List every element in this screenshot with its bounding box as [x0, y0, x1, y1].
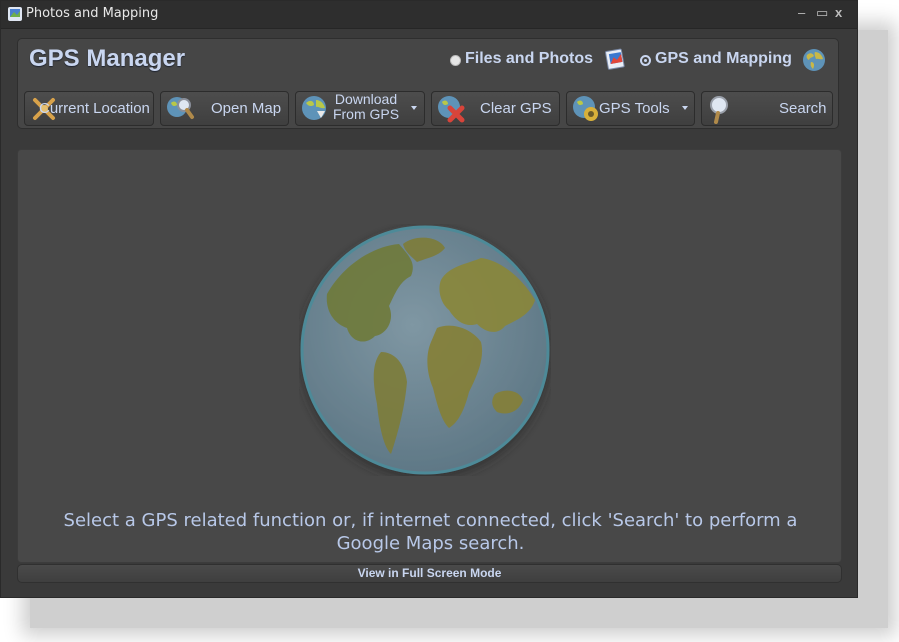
- maximize-button[interactable]: ▭: [816, 5, 828, 21]
- mode-switcher: Files and Photos GPS and Mapping: [448, 48, 838, 72]
- current-location-label: Current Location: [39, 100, 150, 117]
- files-photos-label[interactable]: Files and Photos: [465, 50, 593, 68]
- world-globe-illustration: [300, 225, 550, 475]
- app-window: Photos and Mapping – ▭ x GPS Manager Fil…: [0, 0, 858, 598]
- chevron-down-icon: [411, 106, 417, 110]
- gps-mapping-radio[interactable]: [640, 55, 651, 66]
- photos-icon[interactable]: [604, 48, 628, 72]
- download-globe-icon: [302, 96, 326, 120]
- map-magnifier-icon: [167, 97, 194, 119]
- open-map-label: Open Map: [211, 100, 282, 117]
- download-from-gps-button[interactable]: Download From GPS: [295, 91, 425, 126]
- download-label-line2: From GPS: [332, 106, 400, 122]
- app-icon: [8, 7, 22, 21]
- download-label-line1: Download: [334, 91, 398, 107]
- clear-gps-label: Clear GPS: [480, 100, 552, 117]
- title-bar: Photos and Mapping – ▭ x: [1, 1, 857, 29]
- gps-tools-button[interactable]: GPS Tools: [566, 91, 695, 126]
- gps-tools-icon: [573, 96, 598, 121]
- search-label: Search: [779, 100, 827, 117]
- magnifier-icon: [710, 96, 728, 124]
- current-location-button[interactable]: Current Location: [24, 91, 154, 126]
- clear-gps-button[interactable]: Clear GPS: [431, 91, 560, 126]
- search-button[interactable]: Search: [701, 91, 833, 126]
- open-map-button[interactable]: Open Map: [160, 91, 289, 126]
- main-content-panel: Select a GPS related function or, if int…: [17, 149, 842, 563]
- page-title: GPS Manager: [29, 45, 186, 72]
- clear-gps-icon: [438, 96, 465, 123]
- gps-mapping-label[interactable]: GPS and Mapping: [655, 50, 792, 68]
- gps-tools-label: GPS Tools: [599, 100, 670, 117]
- fullscreen-button[interactable]: View in Full Screen Mode: [17, 564, 842, 583]
- chevron-down-icon: [682, 106, 688, 110]
- window-title: Photos and Mapping: [26, 6, 159, 21]
- gps-header-panel: GPS Manager Files and Photos GPS and Map…: [17, 38, 839, 129]
- gps-toolbar: Current Location Open Map Download From …: [24, 91, 836, 127]
- close-button[interactable]: x: [835, 5, 842, 20]
- files-photos-radio[interactable]: [450, 55, 461, 66]
- minimize-button[interactable]: –: [798, 5, 805, 20]
- instruction-message: Select a GPS related function or, if int…: [63, 510, 798, 554]
- globe-icon[interactable]: [802, 48, 826, 72]
- download-label: Download From GPS: [328, 92, 404, 122]
